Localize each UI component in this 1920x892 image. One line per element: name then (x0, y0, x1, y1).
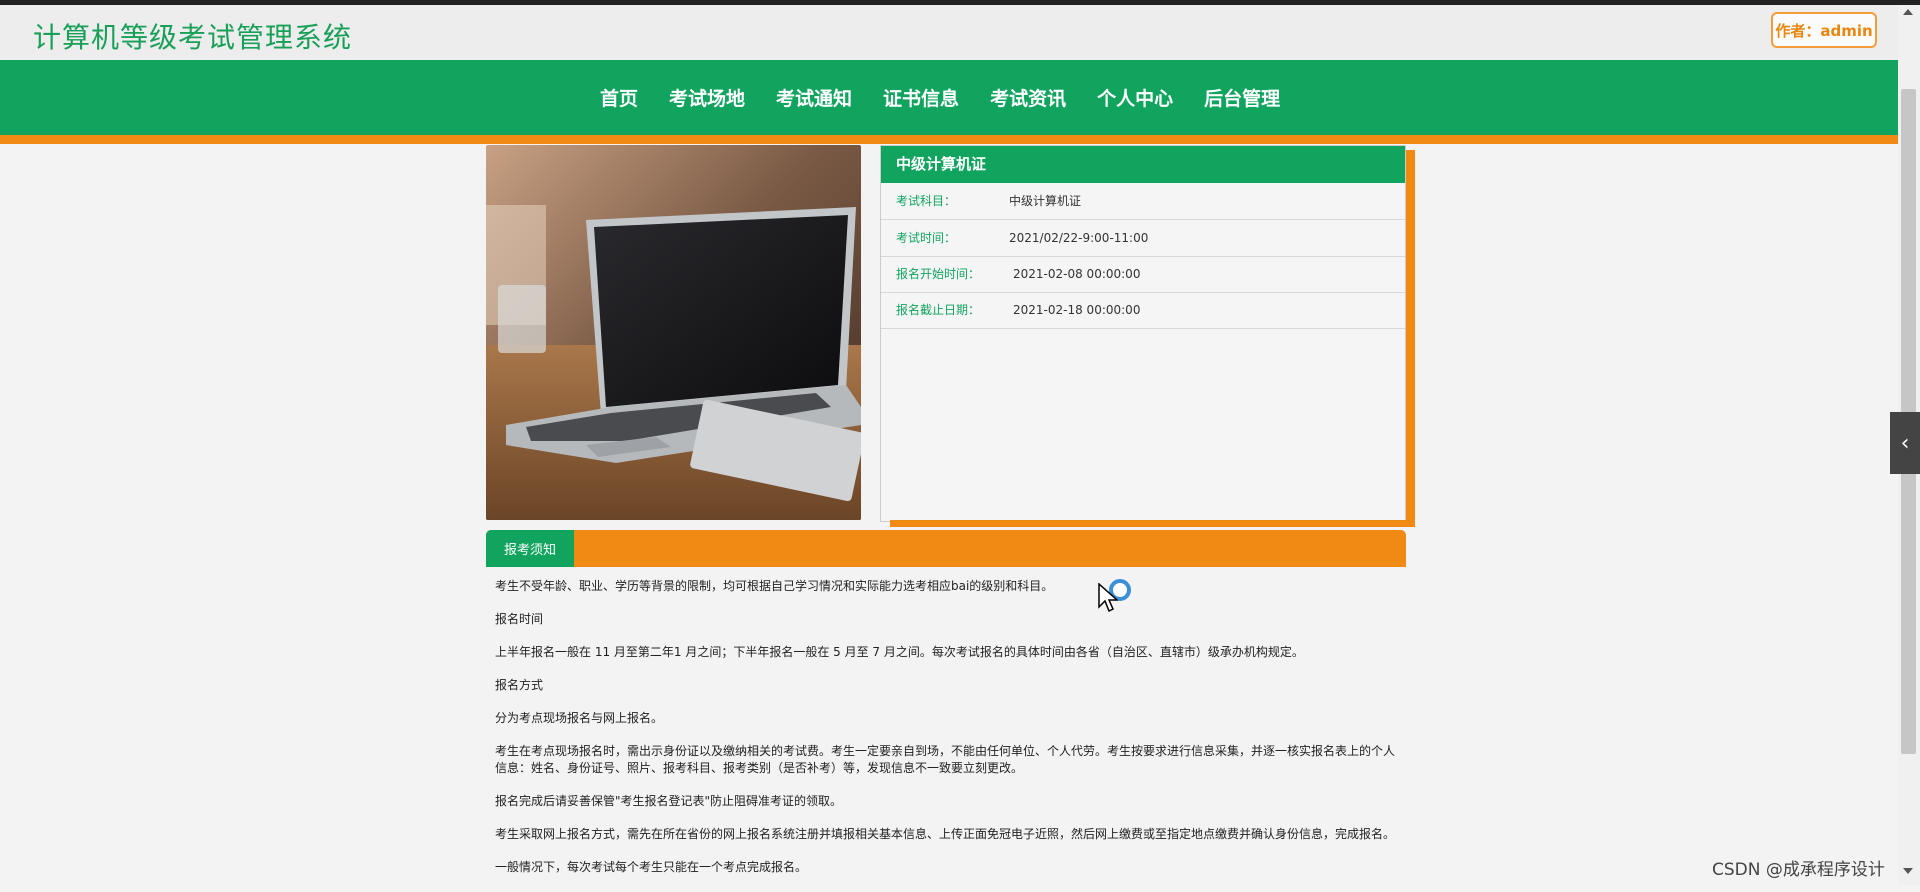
info-value: 2021/02/22-9:00-11:00 (1009, 231, 1149, 245)
info-value: 2021-02-08 00:00:00 (1013, 267, 1141, 281)
notice-heading: 报名时间 (495, 612, 544, 626)
site-title: 计算机等级考试管理系统 (33, 21, 353, 54)
notice-heading: 报名方式 (495, 678, 544, 692)
nav-item-admin[interactable]: 后台管理 (1204, 84, 1280, 111)
info-row-subject: 考试科目： 中级计算机证 (881, 183, 1405, 220)
main-nav: 首页 考试场地 考试通知 证书信息 考试资讯 个人中心 后台管理 (0, 60, 1898, 135)
watermark: CSDN @成承程序设计 (1712, 860, 1885, 880)
certificate-title: 中级计算机证 (881, 146, 1405, 183)
certificate-image (486, 145, 861, 520)
notice-paragraph: 报名完成后请妥善保管"考生报名登记表"防止阻碍准考证的领取。 (495, 794, 843, 808)
certificate-info-panel: 中级计算机证 考试科目： 中级计算机证 考试时间： 2021/02/22-9:0… (880, 145, 1406, 522)
notice-content: 考生不受年龄、职业、学历等背景的限制，均可根据自己学习情况和实际能力选考相应ba… (495, 578, 1395, 892)
chevron-left-icon: ‹ (1900, 430, 1910, 456)
nav-item-exam-notice[interactable]: 考试通知 (776, 84, 852, 111)
panel-accent-bottom (890, 520, 1415, 527)
info-value: 2021-02-18 00:00:00 (1013, 303, 1141, 317)
notice-paragraph: 考生不受年龄、职业、学历等背景的限制，均可根据自己学习情况和实际能力选考相应ba… (495, 579, 1054, 593)
info-value: 中级计算机证 (1009, 194, 1082, 208)
nav-items: 首页 考试场地 考试通知 证书信息 考试资讯 个人中心 后台管理 (600, 60, 1311, 135)
info-row-exam-time: 考试时间： 2021/02/22-9:00-11:00 (881, 220, 1405, 257)
info-row-registration-deadline: 报名截止日期： 2021-02-18 00:00:00 (881, 292, 1405, 329)
info-label: 考试科目： (896, 194, 957, 208)
notice-paragraph: 考生采取网上报名方式，需先在所在省份的网上报名系统注册并填报相关基本信息、上传正… (495, 827, 1396, 841)
info-row-registration-start: 报名开始时间： 2021-02-08 00:00:00 (881, 256, 1405, 293)
info-label: 考试时间： (896, 231, 957, 245)
side-panel-toggle[interactable]: ‹ (1890, 412, 1920, 474)
notice-tab-bar: 报考须知 (486, 530, 1406, 567)
panel-accent-right (1406, 150, 1415, 522)
notice-paragraph: 上半年报名一般在 11 月至第二年1 月之间；下半年报名一般在 5 月至 7 月… (495, 645, 1304, 659)
author-badge[interactable]: 作者：admin (1771, 12, 1877, 48)
mouse-pointer-icon (1098, 582, 1119, 617)
nav-item-personal-center[interactable]: 个人中心 (1097, 84, 1173, 111)
notice-paragraph: 分为考点现场报名与网上报名。 (495, 711, 664, 725)
tab-notice[interactable]: 报考须知 (486, 530, 574, 567)
scroll-up-icon[interactable] (1903, 9, 1913, 15)
notice-paragraph: 考生在考点现场报名时，需出示身份证以及缴纳相关的考试费。考生一定要亲自到场，不能… (495, 744, 1396, 775)
notice-paragraph: 一般情况下，每次考试每个考生只能在一个考点完成报名。 (495, 860, 808, 874)
info-label: 报名开始时间： (896, 267, 981, 281)
nav-item-home[interactable]: 首页 (600, 84, 638, 111)
site-header: 计算机等级考试管理系统 作者：admin (0, 5, 1898, 60)
scroll-down-icon[interactable] (1903, 868, 1913, 874)
info-label: 报名截止日期： (896, 303, 981, 317)
nav-item-certificate-info[interactable]: 证书信息 (883, 84, 959, 111)
nav-item-exam-news[interactable]: 考试资讯 (990, 84, 1066, 111)
nav-item-exam-venue[interactable]: 考试场地 (669, 84, 745, 111)
nav-accent-bar (0, 135, 1898, 144)
